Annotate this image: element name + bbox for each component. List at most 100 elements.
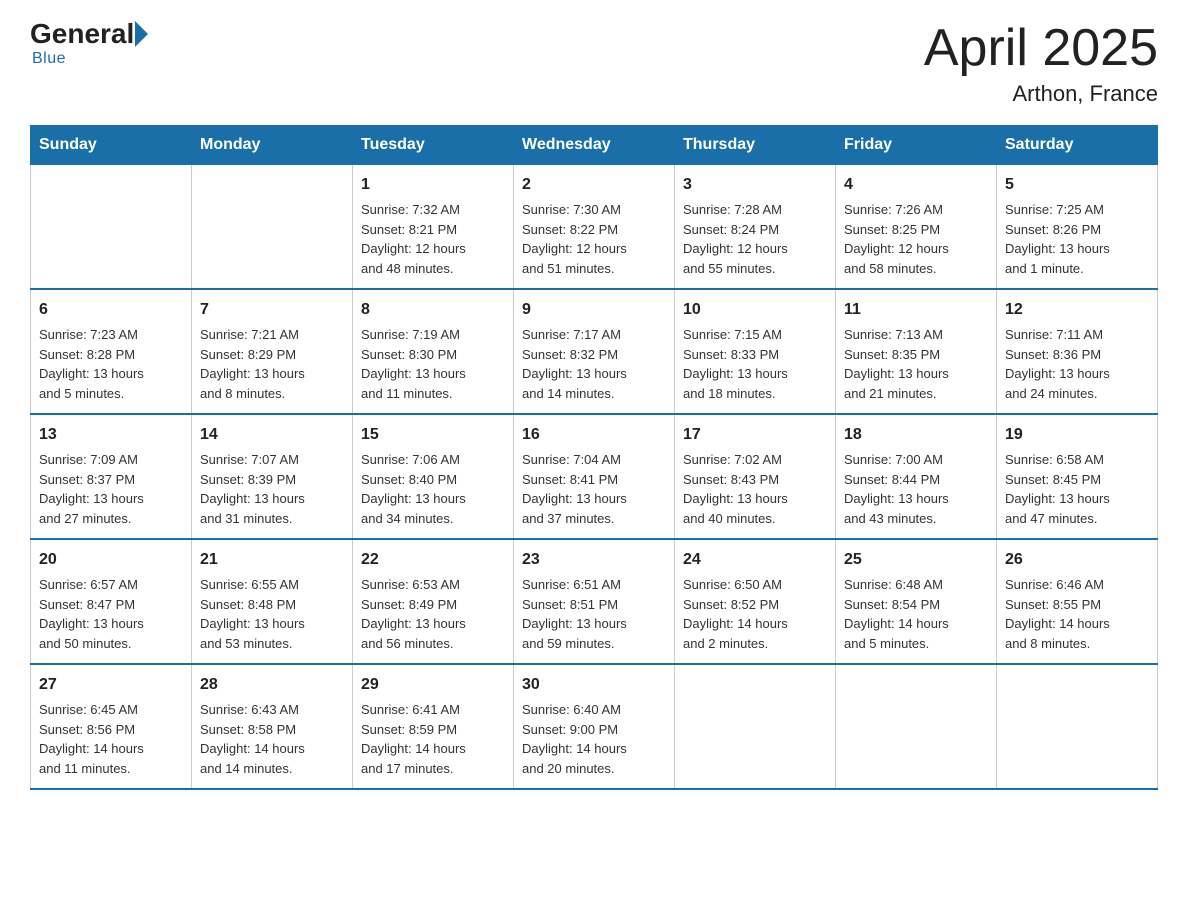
weekday-header-sunday: Sunday [31, 126, 192, 165]
day-info: Sunrise: 7:07 AMSunset: 8:39 PMDaylight:… [200, 450, 344, 528]
calendar-cell: 28Sunrise: 6:43 AMSunset: 8:58 PMDayligh… [192, 664, 353, 789]
calendar-cell: 1Sunrise: 7:32 AMSunset: 8:21 PMDaylight… [353, 165, 514, 290]
page-header: General Blue April 2025 Arthon, France [30, 20, 1158, 107]
calendar-week-row: 6 Sunrise: 7:23 AMSunset: 8:28 PMDaylight… [31, 289, 1158, 414]
day-number: 12 [1005, 298, 1149, 322]
calendar-cell: 4 Sunrise: 7:26 AMSunset: 8:25 PMDaylight… [836, 165, 997, 290]
day-number: 4 [844, 173, 988, 197]
logo-blue-text: Blue [32, 50, 66, 68]
calendar-cell: 5 Sunrise: 7:25 AMSunset: 8:26 PMDaylight… [997, 165, 1158, 290]
day-info: Sunrise: 7:26 AMSunset: 8:25 PMDaylight:… [844, 200, 988, 278]
day-number: 29 [361, 673, 505, 697]
day-number: 21 [200, 548, 344, 572]
day-number: 18 [844, 423, 988, 447]
day-info: Sunrise: 7:30 AMSunset: 8:22 PMDaylight:… [522, 200, 666, 278]
day-info: Sunrise: 6:48 AMSunset: 8:54 PMDaylight:… [844, 575, 988, 653]
day-number: 11 [844, 298, 988, 322]
calendar-cell: 21Sunrise: 6:55 AMSunset: 8:48 PMDayligh… [192, 539, 353, 664]
day-info: Sunrise: 7:23 AMSunset: 8:28 PMDaylight:… [39, 325, 183, 403]
day-number: 27 [39, 673, 183, 697]
calendar-cell: 30 Sunrise: 6:40 AMSunset: 9:00 PMDayligh… [514, 664, 675, 789]
calendar-cell: 9Sunrise: 7:17 AMSunset: 8:32 PMDaylight… [514, 289, 675, 414]
calendar-title: April 2025 [924, 20, 1158, 77]
calendar-cell: 22Sunrise: 6:53 AMSunset: 8:49 PMDayligh… [353, 539, 514, 664]
calendar-cell: 15 Sunrise: 7:06 AMSunset: 8:40 PMDayligh… [353, 414, 514, 539]
title-block: April 2025 Arthon, France [924, 20, 1158, 107]
calendar-cell [31, 165, 192, 290]
day-number: 6 [39, 298, 183, 322]
calendar-cell: 6 Sunrise: 7:23 AMSunset: 8:28 PMDaylight… [31, 289, 192, 414]
day-info: Sunrise: 6:53 AMSunset: 8:49 PMDaylight:… [361, 575, 505, 653]
day-info: Sunrise: 6:41 AMSunset: 8:59 PMDaylight:… [361, 700, 505, 778]
calendar-cell: 10Sunrise: 7:15 AMSunset: 8:33 PMDayligh… [675, 289, 836, 414]
weekday-header-tuesday: Tuesday [353, 126, 514, 165]
calendar-table: SundayMondayTuesdayWednesdayThursdayFrid… [30, 125, 1158, 790]
day-info: Sunrise: 6:58 AMSunset: 8:45 PMDaylight:… [1005, 450, 1149, 528]
calendar-cell: 17 Sunrise: 7:02 AMSunset: 8:43 PMDayligh… [675, 414, 836, 539]
calendar-cell: 25 Sunrise: 6:48 AMSunset: 8:54 PMDayligh… [836, 539, 997, 664]
calendar-week-row: 1Sunrise: 7:32 AMSunset: 8:21 PMDaylight… [31, 165, 1158, 290]
day-info: Sunrise: 7:00 AMSunset: 8:44 PMDaylight:… [844, 450, 988, 528]
day-number: 17 [683, 423, 827, 447]
day-number: 7 [200, 298, 344, 322]
calendar-subtitle: Arthon, France [924, 81, 1158, 107]
day-info: Sunrise: 7:13 AMSunset: 8:35 PMDaylight:… [844, 325, 988, 403]
day-info: Sunrise: 7:19 AMSunset: 8:30 PMDaylight:… [361, 325, 505, 403]
calendar-cell: 13Sunrise: 7:09 AMSunset: 8:37 PMDayligh… [31, 414, 192, 539]
calendar-cell: 3Sunrise: 7:28 AMSunset: 8:24 PMDaylight… [675, 165, 836, 290]
day-number: 24 [683, 548, 827, 572]
day-info: Sunrise: 7:02 AMSunset: 8:43 PMDaylight:… [683, 450, 827, 528]
calendar-cell: 18 Sunrise: 7:00 AMSunset: 8:44 PMDayligh… [836, 414, 997, 539]
weekday-header-saturday: Saturday [997, 126, 1158, 165]
day-info: Sunrise: 6:40 AMSunset: 9:00 PMDaylight:… [522, 700, 666, 778]
calendar-cell: 12 Sunrise: 7:11 AMSunset: 8:36 PMDayligh… [997, 289, 1158, 414]
calendar-cell: 24 Sunrise: 6:50 AMSunset: 8:52 PMDayligh… [675, 539, 836, 664]
calendar-cell [675, 664, 836, 789]
day-number: 3 [683, 173, 827, 197]
weekday-header-friday: Friday [836, 126, 997, 165]
day-number: 9 [522, 298, 666, 322]
day-info: Sunrise: 6:45 AMSunset: 8:56 PMDaylight:… [39, 700, 183, 778]
day-number: 8 [361, 298, 505, 322]
day-number: 20 [39, 548, 183, 572]
calendar-week-row: 13Sunrise: 7:09 AMSunset: 8:37 PMDayligh… [31, 414, 1158, 539]
day-number: 23 [522, 548, 666, 572]
day-info: Sunrise: 7:25 AMSunset: 8:26 PMDaylight:… [1005, 200, 1149, 278]
calendar-cell [192, 165, 353, 290]
calendar-cell: 19Sunrise: 6:58 AMSunset: 8:45 PMDayligh… [997, 414, 1158, 539]
day-info: Sunrise: 7:04 AMSunset: 8:41 PMDaylight:… [522, 450, 666, 528]
day-info: Sunrise: 6:46 AMSunset: 8:55 PMDaylight:… [1005, 575, 1149, 653]
day-info: Sunrise: 7:06 AMSunset: 8:40 PMDaylight:… [361, 450, 505, 528]
calendar-cell: 11 Sunrise: 7:13 AMSunset: 8:35 PMDayligh… [836, 289, 997, 414]
day-number: 5 [1005, 173, 1149, 197]
day-number: 15 [361, 423, 505, 447]
day-number: 10 [683, 298, 827, 322]
calendar-cell: 29 Sunrise: 6:41 AMSunset: 8:59 PMDayligh… [353, 664, 514, 789]
calendar-cell: 27 Sunrise: 6:45 AMSunset: 8:56 PMDayligh… [31, 664, 192, 789]
calendar-week-row: 20 Sunrise: 6:57 AMSunset: 8:47 PMDayligh… [31, 539, 1158, 664]
day-number: 30 [522, 673, 666, 697]
calendar-cell: 8 Sunrise: 7:19 AMSunset: 8:30 PMDaylight… [353, 289, 514, 414]
day-info: Sunrise: 6:57 AMSunset: 8:47 PMDaylight:… [39, 575, 183, 653]
calendar-week-row: 27 Sunrise: 6:45 AMSunset: 8:56 PMDayligh… [31, 664, 1158, 789]
calendar-cell: 7 Sunrise: 7:21 AMSunset: 8:29 PMDaylight… [192, 289, 353, 414]
calendar-cell [836, 664, 997, 789]
logo-general-text: General [30, 20, 134, 48]
day-info: Sunrise: 6:43 AMSunset: 8:58 PMDaylight:… [200, 700, 344, 778]
day-info: Sunrise: 7:21 AMSunset: 8:29 PMDaylight:… [200, 325, 344, 403]
day-number: 2 [522, 173, 666, 197]
calendar-cell: 26 Sunrise: 6:46 AMSunset: 8:55 PMDayligh… [997, 539, 1158, 664]
day-info: Sunrise: 7:11 AMSunset: 8:36 PMDaylight:… [1005, 325, 1149, 403]
weekday-header-monday: Monday [192, 126, 353, 165]
calendar-cell: 20 Sunrise: 6:57 AMSunset: 8:47 PMDayligh… [31, 539, 192, 664]
calendar-cell: 14Sunrise: 7:07 AMSunset: 8:39 PMDayligh… [192, 414, 353, 539]
day-number: 26 [1005, 548, 1149, 572]
day-number: 16 [522, 423, 666, 447]
logo-arrow-icon [135, 21, 148, 47]
day-info: Sunrise: 6:50 AMSunset: 8:52 PMDaylight:… [683, 575, 827, 653]
day-info: Sunrise: 6:51 AMSunset: 8:51 PMDaylight:… [522, 575, 666, 653]
calendar-cell [997, 664, 1158, 789]
weekday-header-wednesday: Wednesday [514, 126, 675, 165]
day-number: 25 [844, 548, 988, 572]
day-info: Sunrise: 7:32 AMSunset: 8:21 PMDaylight:… [361, 200, 505, 278]
